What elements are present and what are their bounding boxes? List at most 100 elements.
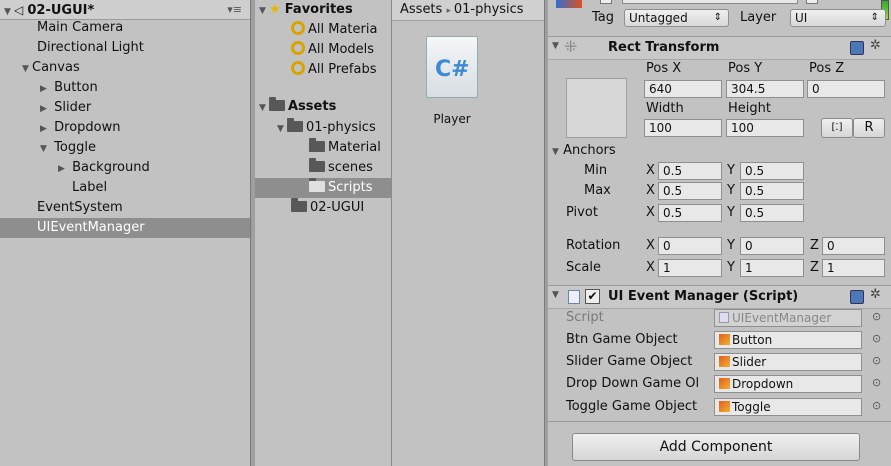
- scene-header[interactable]: ▼ ◁ 02-UGUI* ▾≡: [0, 0, 250, 20]
- object-picker-icon[interactable]: ⊙: [872, 332, 881, 345]
- favorites-header[interactable]: ▼ ★ Favorites: [255, 0, 391, 20]
- folder-scenes[interactable]: scenes: [255, 158, 391, 178]
- favorite-all-models[interactable]: All Models: [255, 39, 391, 59]
- collapsed-arrow-icon[interactable]: ▶: [40, 119, 50, 139]
- anchor-min-y-field[interactable]: 0.5: [740, 162, 804, 180]
- divider: [548, 421, 891, 422]
- collapsed-arrow-icon[interactable]: ▶: [40, 79, 50, 99]
- object-picker-icon[interactable]: ⊙: [872, 376, 881, 389]
- name-field[interactable]: [622, 0, 798, 4]
- hierarchy-item-slider[interactable]: ▶ Slider: [0, 98, 250, 118]
- toggle-game-object-label: Toggle Game Object: [566, 399, 698, 414]
- folder-01-physics[interactable]: ▼ 01-physics: [255, 118, 391, 138]
- chevron-right-icon: ▸: [446, 6, 454, 16]
- blueprint-mode-button[interactable]: [⁚]: [821, 118, 853, 138]
- gear-icon[interactable]: ✲: [870, 287, 881, 302]
- rotation-y-field[interactable]: 0: [740, 237, 804, 255]
- toggle-game-object-field[interactable]: Toggle: [714, 398, 862, 416]
- favorite-all-materials[interactable]: All Materia: [255, 19, 391, 39]
- expanded-arrow-icon[interactable]: ▼: [259, 1, 269, 21]
- scale-x-field[interactable]: 1: [658, 259, 722, 277]
- pivot-y-field[interactable]: 0.5: [740, 204, 804, 222]
- dropdown-game-object-field[interactable]: Dropdown: [714, 375, 862, 393]
- expanded-arrow-icon: ▼: [552, 147, 559, 157]
- expanded-arrow-icon[interactable]: ▼: [552, 290, 559, 300]
- width-field[interactable]: 100: [644, 119, 722, 137]
- pos-x-field[interactable]: 640: [644, 80, 722, 98]
- pos-y-label: Pos Y: [728, 61, 763, 76]
- rotation-z-field[interactable]: 0: [822, 237, 885, 255]
- gear-icon[interactable]: ✲: [870, 38, 881, 53]
- anchor-max-x-field[interactable]: 0.5: [658, 182, 722, 200]
- x-label: X: [646, 238, 655, 253]
- enabled-checkbox[interactable]: ✔: [585, 289, 600, 304]
- component-title: Rect Transform: [608, 40, 720, 55]
- expanded-arrow-icon[interactable]: ▼: [259, 98, 269, 118]
- unity-scene-icon: ◁: [14, 3, 24, 17]
- slider-game-object-field[interactable]: Slider: [714, 353, 862, 371]
- collapsed-arrow-icon[interactable]: ▶: [58, 159, 68, 179]
- pos-z-field[interactable]: 0: [807, 80, 885, 98]
- tag-dropdown[interactable]: Untagged ⇕: [624, 9, 729, 27]
- script-field[interactable]: UIEventManager: [714, 309, 862, 327]
- pos-y-field[interactable]: 304.5: [726, 80, 804, 98]
- hierarchy-item-label-go[interactable]: Label: [0, 178, 250, 198]
- z-label: Z: [810, 238, 819, 253]
- expanded-arrow-icon[interactable]: ▼: [40, 139, 50, 159]
- hierarchy-item-main-camera[interactable]: Main Camera: [0, 18, 250, 38]
- folder-scripts[interactable]: Scripts: [255, 178, 391, 198]
- anchors-label: Anchors: [563, 143, 616, 158]
- script-value: UIEventManager: [732, 311, 832, 325]
- active-checkbox[interactable]: [600, 0, 612, 4]
- hierarchy-item-dropdown[interactable]: ▶ Dropdown: [0, 118, 250, 138]
- breadcrumb-item[interactable]: Assets: [400, 2, 442, 17]
- script-component-header[interactable]: ▼ ✔ UI Event Manager (Script) ✲: [548, 285, 891, 309]
- anchors-foldout[interactable]: ▼ Anchors: [552, 142, 616, 161]
- help-icon[interactable]: [850, 290, 864, 304]
- rect-transform-header[interactable]: ▼ ⁜ Rect Transform ✲: [548, 36, 891, 60]
- expanded-arrow-icon[interactable]: ▼: [22, 59, 32, 79]
- favorite-all-prefabs[interactable]: All Prefabs: [255, 59, 391, 79]
- object-picker-icon[interactable]: ⊙: [872, 354, 881, 367]
- folder-material[interactable]: Material: [255, 138, 391, 158]
- breadcrumb-item[interactable]: 01-physics: [454, 2, 524, 17]
- help-icon[interactable]: [850, 41, 864, 55]
- script-file[interactable]: C# Player: [422, 36, 482, 126]
- hierarchy-item-uieventmanager[interactable]: UIEventManager: [0, 218, 250, 238]
- hierarchy-item-button[interactable]: ▶ Button: [0, 78, 250, 98]
- star-icon: ★: [269, 2, 281, 17]
- rotation-label: Rotation: [566, 238, 621, 253]
- folder-02-ugui[interactable]: 02-UGUI: [255, 198, 391, 218]
- scene-name: 02-UGUI*: [27, 3, 95, 18]
- btn-game-object-field[interactable]: Button: [714, 331, 862, 349]
- hierarchy-item-background[interactable]: ▶ Background: [0, 158, 250, 178]
- rotation-x-field[interactable]: 0: [658, 237, 722, 255]
- hierarchy-item-toggle[interactable]: ▼ Toggle: [0, 138, 250, 158]
- hierarchy-item-directional-light[interactable]: Directional Light: [0, 38, 250, 58]
- anchor-max-y-field[interactable]: 0.5: [740, 182, 804, 200]
- anchor-preset-button[interactable]: [566, 78, 627, 138]
- scale-z-field[interactable]: 1: [822, 259, 885, 277]
- pivot-x-field[interactable]: 0.5: [658, 204, 722, 222]
- anchor-min-x-field[interactable]: 0.5: [658, 162, 722, 180]
- hierarchy-item-eventsystem[interactable]: EventSystem: [0, 198, 250, 218]
- height-field[interactable]: 100: [726, 119, 804, 137]
- y-label: Y: [727, 163, 735, 178]
- raw-edit-button[interactable]: R: [853, 118, 885, 138]
- menu-icon[interactable]: ▾≡: [227, 0, 242, 20]
- scale-y-field[interactable]: 1: [740, 259, 804, 277]
- layer-dropdown[interactable]: UI ⇕: [790, 9, 886, 27]
- object-picker-icon[interactable]: ⊙: [872, 310, 881, 323]
- search-icon: [291, 41, 305, 55]
- hierarchy-item-canvas[interactable]: ▼ Canvas: [0, 58, 250, 78]
- btn-game-object-label: Btn Game Object: [566, 332, 678, 347]
- expanded-arrow-icon[interactable]: ▼: [552, 41, 559, 51]
- assets-header[interactable]: ▼ Assets: [255, 97, 391, 117]
- expanded-arrow-icon[interactable]: ▼: [277, 119, 287, 139]
- y-label: Y: [727, 183, 735, 198]
- y-label: Y: [727, 205, 735, 220]
- static-checkbox[interactable]: [806, 0, 818, 4]
- add-component-button[interactable]: Add Component: [572, 433, 860, 461]
- collapsed-arrow-icon[interactable]: ▶: [40, 99, 50, 119]
- object-picker-icon[interactable]: ⊙: [872, 399, 881, 412]
